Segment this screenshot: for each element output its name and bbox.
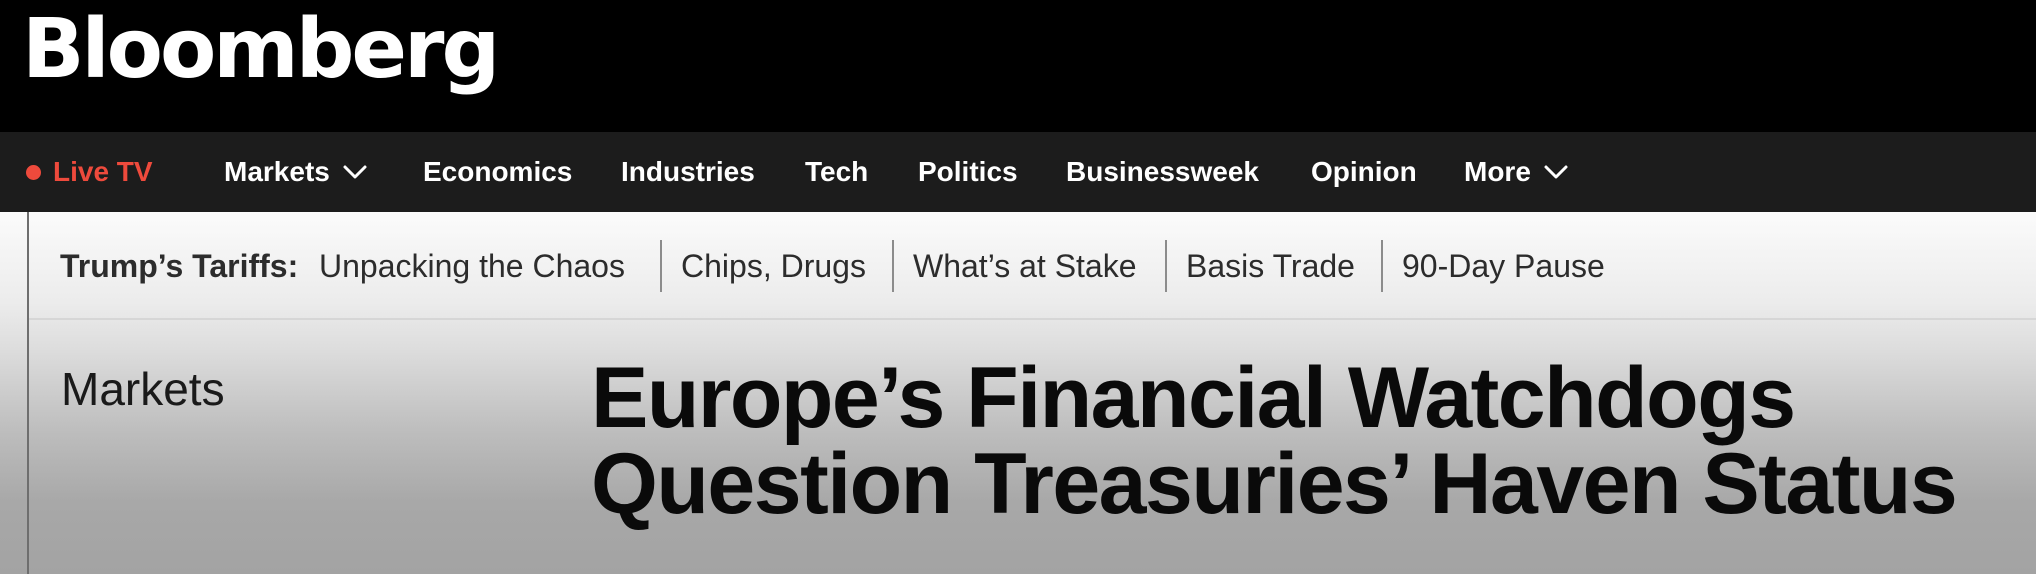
nav-item-tech[interactable]: Tech xyxy=(805,132,868,212)
nav-item-label: Live TV xyxy=(53,156,153,187)
topic-link[interactable]: Chips, Drugs xyxy=(681,248,866,285)
nav-item-live-tv[interactable]: Live TV xyxy=(26,132,153,212)
topic-divider xyxy=(1381,240,1383,292)
nav-item-markets[interactable]: Markets xyxy=(224,132,368,212)
live-dot-icon xyxy=(26,164,41,180)
bloomberg-logo[interactable]: Bloomberg xyxy=(22,0,500,100)
nav-item-label: Markets xyxy=(224,156,330,187)
headline-line: Question Treasuries’ Haven Status xyxy=(591,436,1958,532)
topic-link[interactable]: 90-Day Pause xyxy=(1402,248,1605,285)
chevron-down-icon xyxy=(1544,165,1568,179)
nav-item-industries[interactable]: Industries xyxy=(621,132,755,212)
topic-bar-title: Trump’s Tariffs: xyxy=(60,248,299,284)
main-nav: Live TV Markets Economics Industries Tec… xyxy=(0,132,2036,212)
article-headline: Europe’s Financial Watchdogs Question Tr… xyxy=(591,355,2021,527)
topic-link[interactable]: Unpacking the Chaos xyxy=(319,248,625,285)
topic-link[interactable]: What’s at Stake xyxy=(913,248,1137,285)
headline-line: Europe’s Financial Watchdogs xyxy=(591,350,1796,446)
topic-divider xyxy=(660,240,662,292)
nav-item-label: Tech xyxy=(805,156,869,187)
nav-item-label: Businessweek xyxy=(1066,156,1259,187)
nav-item-label: More xyxy=(1464,156,1531,187)
nav-item-economics[interactable]: Economics xyxy=(423,132,572,212)
topic-bar: Trump’s Tariffs: Unpacking the Chaos Chi… xyxy=(29,212,2036,320)
nav-item-more[interactable]: More xyxy=(1464,132,1569,212)
nav-item-label: Industries xyxy=(621,156,755,187)
chevron-down-icon xyxy=(343,165,367,179)
nav-item-label: Politics xyxy=(918,156,1018,187)
nav-item-label: Economics xyxy=(423,156,573,187)
nav-item-label: Opinion xyxy=(1311,156,1417,187)
nav-item-politics[interactable]: Politics xyxy=(918,132,1018,212)
section-label[interactable]: Markets xyxy=(61,362,225,416)
masthead: Bloomberg xyxy=(0,0,2036,132)
topic-divider xyxy=(1165,240,1167,292)
topic-divider xyxy=(892,240,894,292)
nav-item-opinion[interactable]: Opinion xyxy=(1311,132,1417,212)
nav-item-businessweek[interactable]: Businessweek xyxy=(1066,132,1259,212)
topic-link[interactable]: Basis Trade xyxy=(1186,248,1355,285)
